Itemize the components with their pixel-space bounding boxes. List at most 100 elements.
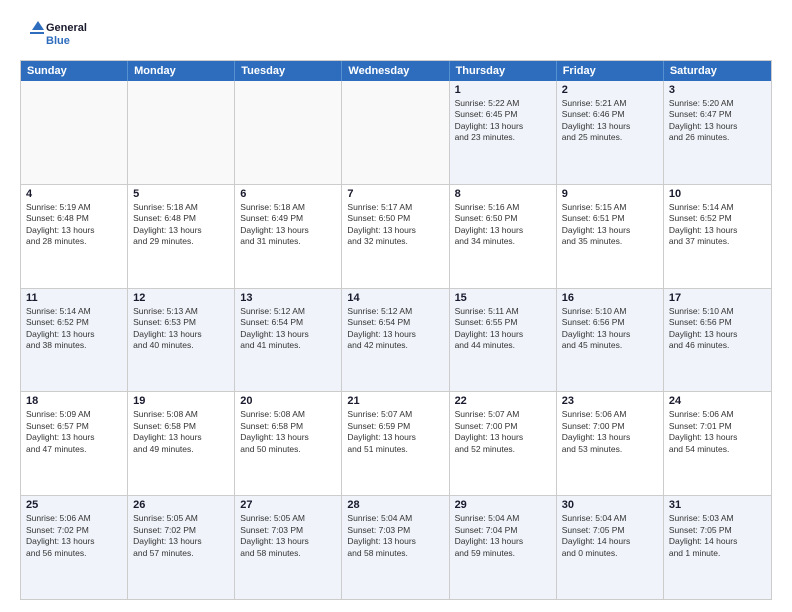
calendar-cell-30: 30 Sunrise: 5:04 AMSunset: 7:05 PMDayligh…	[557, 496, 664, 599]
header-day-monday: Monday	[128, 61, 235, 81]
svg-text:Blue: Blue	[46, 35, 70, 47]
calendar-row-1: 4 Sunrise: 5:19 AMSunset: 6:48 PMDaylight…	[21, 184, 771, 288]
calendar-cell-7: 7 Sunrise: 5:17 AMSunset: 6:50 PMDaylight…	[342, 185, 449, 288]
day-number: 13	[240, 292, 336, 304]
calendar-row-3: 18 Sunrise: 5:09 AMSunset: 6:57 PMDayligh…	[21, 391, 771, 495]
calendar-cell-empty	[128, 81, 235, 184]
cell-details: Sunrise: 5:04 AMSunset: 7:05 PMDaylight:…	[562, 513, 658, 559]
calendar-cell-empty	[235, 81, 342, 184]
svg-text:General: General	[46, 22, 87, 34]
cell-details: Sunrise: 5:22 AMSunset: 6:45 PMDaylight:…	[455, 98, 551, 144]
cell-details: Sunrise: 5:18 AMSunset: 6:48 PMDaylight:…	[133, 202, 229, 248]
calendar-cell-27: 27 Sunrise: 5:05 AMSunset: 7:03 PMDayligh…	[235, 496, 342, 599]
day-number: 24	[669, 395, 766, 407]
header: General Blue	[20, 16, 772, 52]
day-number: 2	[562, 84, 658, 96]
page: General Blue SundayMondayTuesdayWednesda…	[0, 0, 792, 612]
cell-details: Sunrise: 5:12 AMSunset: 6:54 PMDaylight:…	[347, 306, 443, 352]
calendar-cell-20: 20 Sunrise: 5:08 AMSunset: 6:58 PMDayligh…	[235, 392, 342, 495]
day-number: 5	[133, 188, 229, 200]
calendar-cell-25: 25 Sunrise: 5:06 AMSunset: 7:02 PMDayligh…	[21, 496, 128, 599]
day-number: 16	[562, 292, 658, 304]
cell-details: Sunrise: 5:12 AMSunset: 6:54 PMDaylight:…	[240, 306, 336, 352]
cell-details: Sunrise: 5:16 AMSunset: 6:50 PMDaylight:…	[455, 202, 551, 248]
calendar-cell-31: 31 Sunrise: 5:03 AMSunset: 7:05 PMDayligh…	[664, 496, 771, 599]
cell-details: Sunrise: 5:18 AMSunset: 6:49 PMDaylight:…	[240, 202, 336, 248]
day-number: 29	[455, 499, 551, 511]
header-day-friday: Friday	[557, 61, 664, 81]
day-number: 27	[240, 499, 336, 511]
header-day-thursday: Thursday	[450, 61, 557, 81]
cell-details: Sunrise: 5:08 AMSunset: 6:58 PMDaylight:…	[240, 409, 336, 455]
day-number: 8	[455, 188, 551, 200]
calendar-cell-13: 13 Sunrise: 5:12 AMSunset: 6:54 PMDayligh…	[235, 289, 342, 392]
calendar-cell-5: 5 Sunrise: 5:18 AMSunset: 6:48 PMDaylight…	[128, 185, 235, 288]
day-number: 26	[133, 499, 229, 511]
day-number: 31	[669, 499, 766, 511]
calendar-cell-23: 23 Sunrise: 5:06 AMSunset: 7:00 PMDayligh…	[557, 392, 664, 495]
day-number: 30	[562, 499, 658, 511]
calendar-cell-29: 29 Sunrise: 5:04 AMSunset: 7:04 PMDayligh…	[450, 496, 557, 599]
day-number: 7	[347, 188, 443, 200]
day-number: 12	[133, 292, 229, 304]
cell-details: Sunrise: 5:03 AMSunset: 7:05 PMDaylight:…	[669, 513, 766, 559]
calendar-cell-24: 24Sunrise: 5:06 AMSunset: 7:01 PMDayligh…	[664, 392, 771, 495]
cell-details: Sunrise: 5:05 AMSunset: 7:03 PMDaylight:…	[240, 513, 336, 559]
cell-details: Sunrise: 5:21 AMSunset: 6:46 PMDaylight:…	[562, 98, 658, 144]
calendar-cell-19: 19Sunrise: 5:08 AMSunset: 6:58 PMDayligh…	[128, 392, 235, 495]
cell-details: Sunrise: 5:07 AMSunset: 7:00 PMDaylight:…	[455, 409, 551, 455]
cell-details: Sunrise: 5:04 AMSunset: 7:03 PMDaylight:…	[347, 513, 443, 559]
cell-details: Sunrise: 5:05 AMSunset: 7:02 PMDaylight:…	[133, 513, 229, 559]
calendar-cell-4: 4 Sunrise: 5:19 AMSunset: 6:48 PMDaylight…	[21, 185, 128, 288]
cell-details: Sunrise: 5:14 AMSunset: 6:52 PMDaylight:…	[26, 306, 122, 352]
calendar-cell-2: 2 Sunrise: 5:21 AMSunset: 6:46 PMDaylight…	[557, 81, 664, 184]
header-day-tuesday: Tuesday	[235, 61, 342, 81]
cell-details: Sunrise: 5:07 AMSunset: 6:59 PMDaylight:…	[347, 409, 443, 455]
calendar-cell-21: 21 Sunrise: 5:07 AMSunset: 6:59 PMDayligh…	[342, 392, 449, 495]
day-number: 11	[26, 292, 122, 304]
cell-details: Sunrise: 5:06 AMSunset: 7:00 PMDaylight:…	[562, 409, 658, 455]
day-number: 1	[455, 84, 551, 96]
calendar-cell-15: 15Sunrise: 5:11 AMSunset: 6:55 PMDayligh…	[450, 289, 557, 392]
cell-details: Sunrise: 5:04 AMSunset: 7:04 PMDaylight:…	[455, 513, 551, 559]
logo: General Blue	[20, 16, 100, 52]
day-number: 10	[669, 188, 766, 200]
cell-details: Sunrise: 5:11 AMSunset: 6:55 PMDaylight:…	[455, 306, 551, 352]
cell-details: Sunrise: 5:13 AMSunset: 6:53 PMDaylight:…	[133, 306, 229, 352]
cell-details: Sunrise: 5:14 AMSunset: 6:52 PMDaylight:…	[669, 202, 766, 248]
calendar-cell-12: 12 Sunrise: 5:13 AMSunset: 6:53 PMDayligh…	[128, 289, 235, 392]
day-number: 9	[562, 188, 658, 200]
day-number: 3	[669, 84, 766, 96]
cell-details: Sunrise: 5:19 AMSunset: 6:48 PMDaylight:…	[26, 202, 122, 248]
day-number: 23	[562, 395, 658, 407]
day-number: 22	[455, 395, 551, 407]
cell-details: Sunrise: 5:09 AMSunset: 6:57 PMDaylight:…	[26, 409, 122, 455]
calendar-cell-22: 22 Sunrise: 5:07 AMSunset: 7:00 PMDayligh…	[450, 392, 557, 495]
day-number: 25	[26, 499, 122, 511]
calendar-cell-14: 14 Sunrise: 5:12 AMSunset: 6:54 PMDayligh…	[342, 289, 449, 392]
calendar-cell-6: 6Sunrise: 5:18 AMSunset: 6:49 PMDaylight…	[235, 185, 342, 288]
day-number: 4	[26, 188, 122, 200]
day-number: 18	[26, 395, 122, 407]
calendar-cell-8: 8 Sunrise: 5:16 AMSunset: 6:50 PMDaylight…	[450, 185, 557, 288]
calendar-cell-empty	[342, 81, 449, 184]
day-number: 21	[347, 395, 443, 407]
calendar-header: SundayMondayTuesdayWednesdayThursdayFrid…	[21, 61, 771, 81]
calendar-cell-11: 11 Sunrise: 5:14 AMSunset: 6:52 PMDayligh…	[21, 289, 128, 392]
cell-details: Sunrise: 5:17 AMSunset: 6:50 PMDaylight:…	[347, 202, 443, 248]
day-number: 28	[347, 499, 443, 511]
calendar-cell-28: 28 Sunrise: 5:04 AMSunset: 7:03 PMDayligh…	[342, 496, 449, 599]
calendar-cell-empty	[21, 81, 128, 184]
header-day-sunday: Sunday	[21, 61, 128, 81]
calendar-cell-18: 18 Sunrise: 5:09 AMSunset: 6:57 PMDayligh…	[21, 392, 128, 495]
day-number: 20	[240, 395, 336, 407]
cell-details: Sunrise: 5:10 AMSunset: 6:56 PMDaylight:…	[669, 306, 766, 352]
cell-details: Sunrise: 5:06 AMSunset: 7:02 PMDaylight:…	[26, 513, 122, 559]
calendar-row-4: 25 Sunrise: 5:06 AMSunset: 7:02 PMDayligh…	[21, 495, 771, 599]
cell-details: Sunrise: 5:08 AMSunset: 6:58 PMDaylight:…	[133, 409, 229, 455]
calendar-row-2: 11 Sunrise: 5:14 AMSunset: 6:52 PMDayligh…	[21, 288, 771, 392]
calendar-cell-16: 16Sunrise: 5:10 AMSunset: 6:56 PMDayligh…	[557, 289, 664, 392]
calendar-body: 1 Sunrise: 5:22 AMSunset: 6:45 PMDaylight…	[21, 81, 771, 599]
day-number: 14	[347, 292, 443, 304]
calendar-row-0: 1 Sunrise: 5:22 AMSunset: 6:45 PMDaylight…	[21, 81, 771, 184]
